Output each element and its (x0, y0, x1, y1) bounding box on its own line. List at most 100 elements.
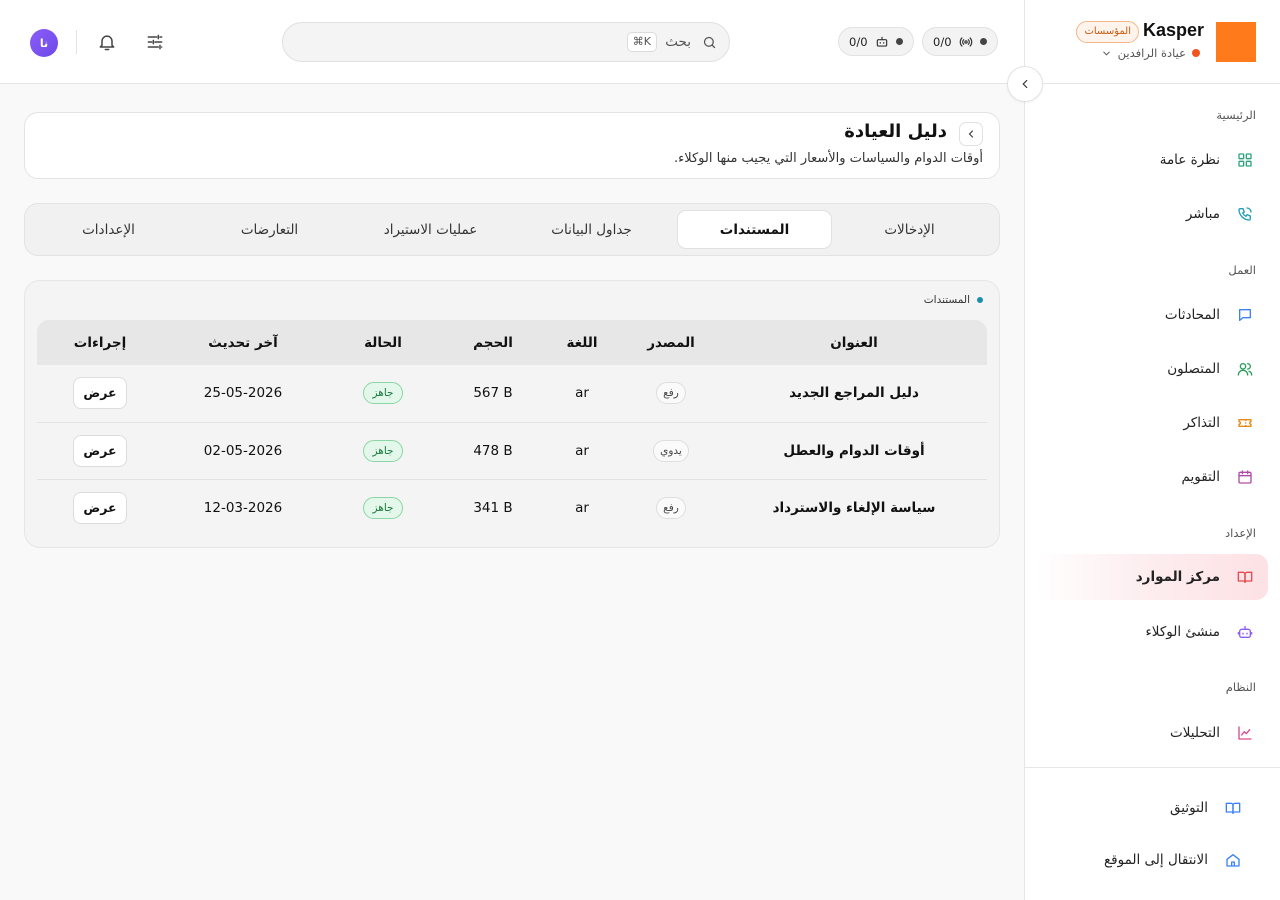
column-header-size[interactable]: الحجم (443, 320, 543, 365)
sidebar-item-label: التحليلات (1170, 725, 1220, 741)
view-button[interactable]: عرض (73, 434, 127, 467)
status-cell: جاهز (323, 422, 443, 480)
tab-documents[interactable]: المستندات (677, 210, 832, 249)
phone-icon (1236, 205, 1254, 223)
column-header-source[interactable]: المصدر (621, 320, 721, 365)
section-system: النظام (1225, 680, 1256, 694)
search-input[interactable]: بحث ⌘K (282, 22, 730, 62)
section-home: الرئيسية (1216, 108, 1256, 122)
sidebar-item-label: المتصلون (1167, 361, 1220, 377)
sidebar-item-callers[interactable]: المتصلون (1036, 346, 1268, 392)
sidebar-item-label: المحادثات (1164, 307, 1220, 323)
size-cell: 478 B (443, 422, 543, 480)
search-placeholder: بحث (665, 34, 691, 50)
sidebar-item-resource-center[interactable]: مركز الموارد (1036, 554, 1268, 600)
chevron-left-icon (1018, 77, 1032, 91)
table-row[interactable]: أوقات الدوام والعطل يدوي ar 478 B جاهز 0… (37, 422, 987, 480)
avatar[interactable]: نا (30, 29, 58, 57)
section-setup: الإعداد (1225, 526, 1256, 540)
source-cell: يدوي (621, 422, 721, 480)
back-button[interactable] (959, 122, 983, 146)
column-header-language[interactable]: اللغة (543, 320, 621, 365)
sidebar-item-analytics[interactable]: التحليلات (1036, 710, 1268, 756)
chat-icon (1236, 306, 1254, 324)
heading-dot (977, 297, 983, 303)
grid-icon (1236, 151, 1254, 169)
sidebar-item-agent-builder[interactable]: منشئ الوكلاء (1036, 609, 1268, 655)
brand-name: Kasper (1142, 20, 1204, 40)
status-dot (895, 38, 903, 45)
documents-table: العنوان المصدر اللغة الحجم الحالة آخر تح… (37, 320, 987, 536)
sidebar-item-label: منشئ الوكلاء (1145, 624, 1220, 640)
sidebar-item-conversations[interactable]: المحادثات (1036, 292, 1268, 338)
sidebar-item-tickets[interactable]: التذاكر (1036, 400, 1268, 446)
search-icon (702, 35, 717, 50)
table-row[interactable]: دليل المراجع الجديد رفع ar 567 B جاهز 25… (37, 365, 987, 423)
status-cell: جاهز (323, 365, 443, 423)
size-cell: 341 B (473, 499, 513, 516)
tab-entries[interactable]: الإدخالات (832, 210, 987, 249)
updated-cell: 12-03-2026 (203, 499, 283, 516)
agent-counter: 0/0 (849, 34, 868, 49)
document-title[interactable]: سياسة الإلغاء والاسترداد (721, 479, 987, 536)
document-title[interactable]: دليل المراجع الجديد (721, 365, 987, 423)
sidebar-item-label: مركز الموارد (1135, 569, 1220, 585)
source-cell: رفع (621, 479, 721, 536)
size-cell: 567 B (443, 365, 543, 423)
chevron-down-icon (1101, 48, 1112, 59)
sidebar-item-label: التذاكر (1183, 415, 1220, 431)
sidebar-item-label: الانتقال إلى الموقع (1103, 852, 1208, 868)
plan-badge: المؤسسات (1076, 21, 1139, 43)
search-shortcut: ⌘K (626, 32, 657, 52)
status-badge: جاهز (363, 382, 403, 405)
sidebar-item-label: التقويم (1181, 469, 1220, 485)
chevron-left-icon (965, 128, 977, 140)
book-icon (1236, 568, 1254, 586)
tab-spreadsheets[interactable]: جداول البيانات (514, 210, 669, 249)
view-button[interactable]: عرض (73, 491, 127, 524)
table-header-row: العنوان المصدر اللغة الحجم الحالة آخر تح… (37, 320, 987, 365)
sidebar-item-go-to-site[interactable]: الانتقال إلى الموقع (1036, 837, 1268, 883)
org-name: عيادة الرافدين (1117, 46, 1186, 60)
filter-sliders-icon[interactable] (144, 31, 166, 53)
updated-cell: 25-05-2026 (163, 365, 323, 423)
language-cell: ar (543, 422, 621, 480)
calendar-icon (1236, 468, 1254, 486)
view-button[interactable]: عرض (73, 377, 127, 410)
bell-icon[interactable] (96, 31, 118, 53)
channel-counter: 0/0 (933, 34, 952, 49)
table-row[interactable]: سياسة الإلغاء والاسترداد رفع ar 341 B جا… (37, 479, 987, 536)
documents-heading-label: المستندات (923, 294, 970, 306)
sidebar-item-overview[interactable]: نظرة عامة (1036, 137, 1268, 183)
column-header-updated[interactable]: آخر تحديث (163, 320, 323, 365)
sidebar-item-live[interactable]: مباشر (1036, 191, 1268, 237)
documents-card: المستندات العنوان المصدر اللغة الحجم الح… (24, 280, 1000, 548)
header-divider (76, 30, 77, 54)
document-title[interactable]: أوقات الدوام والعطل (721, 422, 987, 480)
actions-cell: عرض (37, 365, 163, 423)
sidebar-item-documentation[interactable]: التوثيق (1036, 785, 1268, 831)
status-dot (979, 38, 987, 45)
book-open-icon (1224, 799, 1242, 817)
actions-cell: عرض (37, 422, 163, 480)
language-cell: ar (543, 365, 621, 423)
documents-heading: المستندات (924, 294, 983, 306)
page-title: دليل العيادة (844, 121, 947, 142)
tab-settings[interactable]: الإعدادات (31, 210, 186, 249)
tab-imports[interactable]: عمليات الاستيراد (353, 210, 508, 249)
column-header-status[interactable]: الحالة (323, 320, 443, 365)
org-switcher[interactable]: عيادة الرافدين (1101, 46, 1200, 60)
source-cell: رفع (621, 365, 721, 423)
channel-status-pill[interactable]: 0/0 (922, 27, 998, 56)
tab-conflicts[interactable]: التعارضات (192, 210, 347, 249)
brand-area: Kasper المؤسسات عيادة الرافدين (1024, 0, 1280, 84)
column-header-title[interactable]: العنوان (721, 320, 987, 365)
agent-status-pill[interactable]: 0/0 (838, 27, 914, 56)
sidebar-divider (1024, 767, 1280, 768)
sidebar-collapse-button[interactable] (1007, 66, 1043, 102)
sidebar-item-calendar[interactable]: التقويم (1036, 454, 1268, 500)
source-badge: رفع (656, 382, 686, 405)
sidebar-item-label: التوثيق (1169, 800, 1208, 816)
org-status-dot (1192, 49, 1200, 57)
updated-cell: 02-05-2026 (163, 422, 323, 480)
